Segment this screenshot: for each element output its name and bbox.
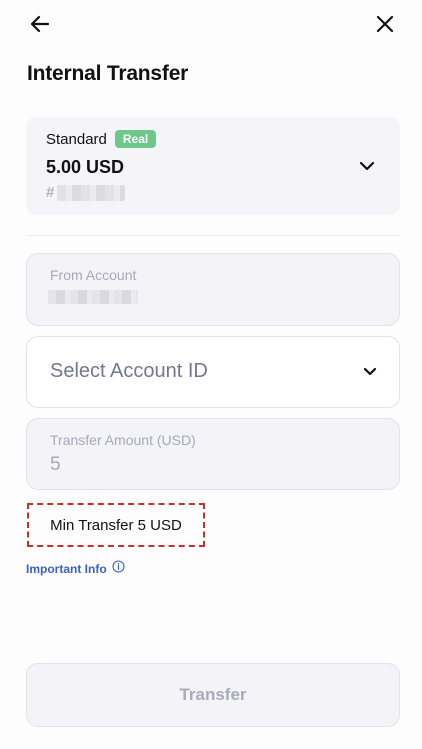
- transfer-button-label: Transfer: [179, 685, 247, 704]
- arrow-left-icon: [29, 13, 51, 40]
- account-status-badge: Real: [114, 130, 157, 148]
- divider: [26, 235, 400, 236]
- account-number-prefix: #: [46, 184, 55, 201]
- info-icon: [112, 560, 125, 578]
- close-button[interactable]: [371, 12, 399, 40]
- transfer-amount-value[interactable]: 5: [50, 454, 61, 476]
- account-balance: 5.00 USD: [46, 157, 125, 177]
- transfer-amount-field[interactable]: Transfer Amount (USD) 5: [26, 418, 400, 490]
- transfer-amount-label: Transfer Amount (USD): [50, 432, 196, 448]
- min-transfer-text: Min Transfer 5 USD: [50, 516, 182, 534]
- from-account-field: From Account: [26, 253, 400, 326]
- account-number-blurred: [57, 184, 126, 201]
- back-button[interactable]: [26, 12, 54, 40]
- account-type-label: Standard: [46, 130, 107, 148]
- account-selector-card[interactable]: Standard Real 5.00 USD #: [26, 117, 400, 215]
- min-transfer-notice: Min Transfer 5 USD: [27, 503, 205, 547]
- from-account-value-blurred: [48, 290, 138, 304]
- important-info-link[interactable]: Important Info: [26, 560, 125, 578]
- chevron-down-icon[interactable]: [358, 157, 376, 180]
- select-account-id-dropdown[interactable]: Select Account ID: [26, 336, 400, 408]
- account-type: Standard Real: [46, 130, 157, 148]
- transfer-button[interactable]: Transfer: [26, 663, 400, 727]
- close-icon: [375, 14, 395, 39]
- account-number: #: [46, 184, 126, 201]
- from-account-label: From Account: [50, 267, 137, 283]
- chevron-down-icon: [362, 364, 378, 385]
- important-info-label: Important Info: [26, 562, 107, 576]
- page-title: Internal Transfer: [27, 62, 189, 85]
- select-account-placeholder: Select Account ID: [50, 360, 208, 382]
